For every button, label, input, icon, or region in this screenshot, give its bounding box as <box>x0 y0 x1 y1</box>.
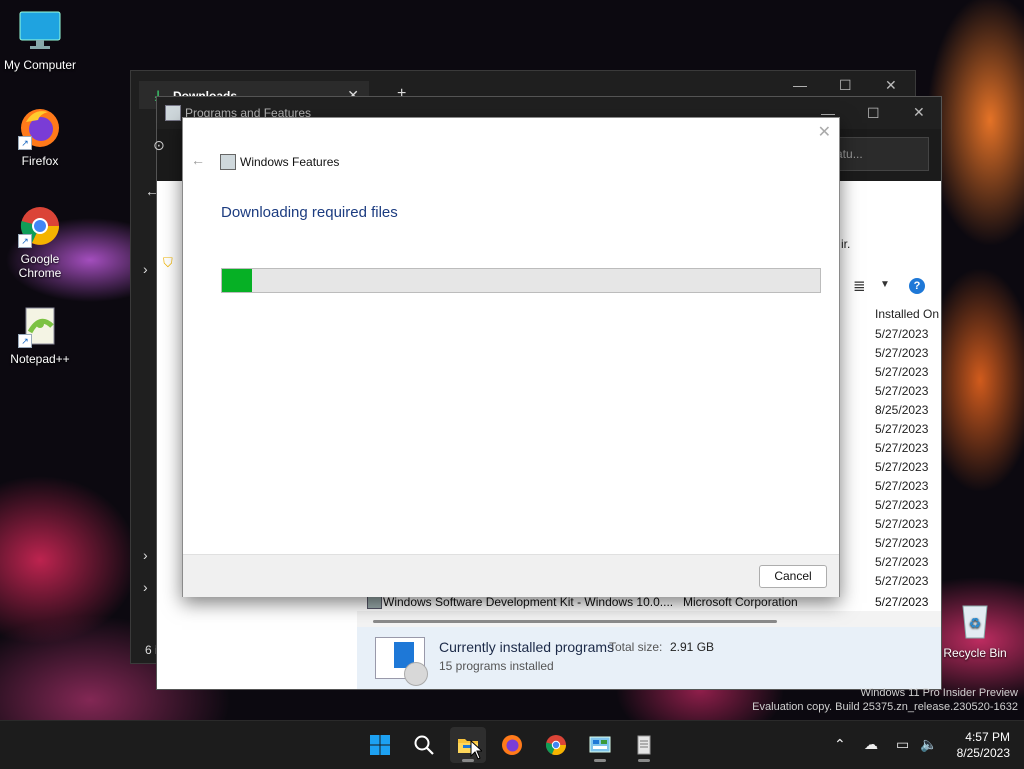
taskbar-control-panel[interactable] <box>582 727 618 763</box>
desktop-icon-label: Google Chrome <box>18 252 62 280</box>
program-name: Windows Software Development Kit - Windo… <box>383 595 674 609</box>
shortcut-arrow-icon: ↗ <box>18 136 32 150</box>
desktop-icon-my-computer[interactable]: My Computer <box>0 10 80 72</box>
dialog-heading: Downloading required files <box>221 204 398 221</box>
program-publisher: Microsoft Corporation <box>683 595 798 609</box>
recycle-bin-icon: ♻ <box>953 598 997 642</box>
total-size-label: Total size: <box>609 640 663 654</box>
start-button[interactable] <box>362 727 398 763</box>
table-cell-date[interactable]: 5/27/2023 <box>875 382 928 401</box>
taskbar: ⌃ ☁ ▭ 🔈 4:57 PM 8/25/2023 <box>0 720 1024 769</box>
table-cell-date[interactable]: 5/27/2023 <box>875 496 928 515</box>
details-title: Currently installed programs <box>439 639 615 655</box>
svg-text:♻: ♻ <box>969 616 982 632</box>
search-icon <box>414 735 434 755</box>
table-cell-date[interactable]: 5/27/2023 <box>875 325 928 344</box>
system-clock[interactable]: 4:57 PM 8/25/2023 <box>957 729 1010 761</box>
column-header-installed-on[interactable]: Installed On <box>875 307 939 321</box>
shortcut-arrow-icon: ↗ <box>18 334 32 348</box>
minimize-button[interactable]: — <box>793 77 807 93</box>
chevron-right-icon[interactable]: › <box>143 261 148 277</box>
notepadpp-icon: ↗ <box>18 304 62 348</box>
show-hidden-icons-chevron-icon[interactable]: ⌃ <box>834 736 846 753</box>
notepad-icon <box>637 735 651 755</box>
table-cell-date[interactable]: 5/27/2023 <box>875 420 928 439</box>
taskbar-search-button[interactable] <box>406 727 442 763</box>
cancel-button[interactable]: Cancel <box>759 565 827 588</box>
clock-time: 4:57 PM <box>965 730 1010 744</box>
installed-on-column: 5/27/2023 5/27/2023 5/27/2023 5/27/2023 … <box>875 325 928 591</box>
network-icon[interactable]: ▭ <box>896 736 909 753</box>
control-panel-icon <box>165 105 181 121</box>
running-indicator <box>594 759 606 762</box>
table-cell-date[interactable]: 5/27/2023 <box>875 572 928 591</box>
table-cell-date[interactable]: 5/27/2023 <box>875 553 928 572</box>
shortcut-arrow-icon: ↗ <box>18 234 32 248</box>
firefox-icon <box>502 735 522 755</box>
chevron-down-icon[interactable]: ▼ <box>880 279 890 290</box>
table-cell-date[interactable]: 5/27/2023 <box>875 363 928 382</box>
horizontal-scrollbar[interactable] <box>373 620 777 623</box>
total-size-value: 2.91 GB <box>670 640 715 654</box>
table-cell-date[interactable]: 5/27/2023 <box>875 458 928 477</box>
desktop-icon-google-chrome[interactable]: ↗ Google Chrome <box>0 204 80 280</box>
taskbar-chrome[interactable] <box>538 727 574 763</box>
desktop-icon-recycle-bin[interactable]: ♻ Recycle Bin <box>935 598 1015 660</box>
watermark-line: Windows 11 Pro Insider Preview <box>860 687 1018 699</box>
windows-features-dialog: ✕ ← Windows Features Downloading require… <box>182 117 840 597</box>
close-button[interactable]: ✕ <box>913 104 925 121</box>
table-cell-date[interactable]: 5/27/2023 <box>875 344 928 363</box>
volume-icon[interactable]: 🔈 <box>920 736 937 753</box>
download-progress-bar <box>221 268 821 293</box>
desktop-icon-label: Recycle Bin <box>943 646 1007 660</box>
table-cell-date[interactable]: 5/27/2023 <box>875 534 928 553</box>
taskbar-firefox[interactable] <box>494 727 530 763</box>
clock-date: 8/25/2023 <box>956 746 1010 760</box>
maximize-button[interactable]: ☐ <box>839 77 852 94</box>
maximize-button[interactable]: ☐ <box>867 105 880 122</box>
progress-fill <box>222 269 252 292</box>
repair-text: ir. <box>841 237 851 251</box>
onedrive-cloud-icon[interactable]: ☁ <box>864 736 878 753</box>
watermark-line: Evaluation copy. Build 25375.zn_release.… <box>752 701 1018 713</box>
running-indicator <box>638 759 650 762</box>
firefox-icon: ↗ <box>18 106 62 150</box>
dialog-title: Windows Features <box>240 155 340 169</box>
chevron-right-icon[interactable]: › <box>143 547 148 563</box>
search-icon: ⊙ <box>153 137 165 153</box>
chrome-icon <box>545 735 567 756</box>
details-pane: Currently installed programs Total size:… <box>357 627 941 689</box>
start-icon <box>370 735 390 755</box>
help-icon[interactable]: ? <box>909 278 925 294</box>
taskbar-notepad[interactable] <box>626 727 662 763</box>
view-options-icon[interactable]: ≣ <box>853 277 866 295</box>
close-button[interactable]: ✕ <box>885 77 897 94</box>
control-panel-icon <box>589 736 611 753</box>
monitor-icon <box>18 10 62 54</box>
programs-count: 15 programs installed <box>439 659 554 673</box>
table-cell-date[interactable]: 5/27/2023 <box>875 515 928 534</box>
program-installed-on: 5/27/2023 <box>875 595 929 609</box>
table-cell-date[interactable]: 5/27/2023 <box>875 439 928 458</box>
installed-programs-icon <box>375 637 428 686</box>
close-icon[interactable]: ✕ <box>818 122 831 142</box>
chrome-icon: ↗ <box>18 204 62 248</box>
table-cell-date[interactable]: 8/25/2023 <box>875 401 928 420</box>
windows-features-icon <box>220 154 236 170</box>
desktop-icon-label: My Computer <box>3 58 77 72</box>
desktop-icon-firefox[interactable]: ↗ Firefox <box>0 106 80 168</box>
windows-watermark: Windows 11 Pro Insider Preview Evaluatio… <box>752 686 1018 714</box>
uac-shield-icon: ⛉ <box>163 255 173 270</box>
table-cell-date[interactable]: 5/27/2023 <box>875 477 928 496</box>
mouse-cursor-icon <box>470 740 482 760</box>
desktop-icon-label: Firefox <box>21 154 59 168</box>
chevron-right-icon[interactable]: › <box>143 579 148 595</box>
desktop-icon-label: Notepad++ <box>10 352 70 366</box>
desktop-icon-notepadpp[interactable]: ↗ Notepad++ <box>0 304 80 366</box>
dialog-footer: Cancel <box>183 554 839 597</box>
back-arrow-icon[interactable]: ← <box>191 152 205 168</box>
